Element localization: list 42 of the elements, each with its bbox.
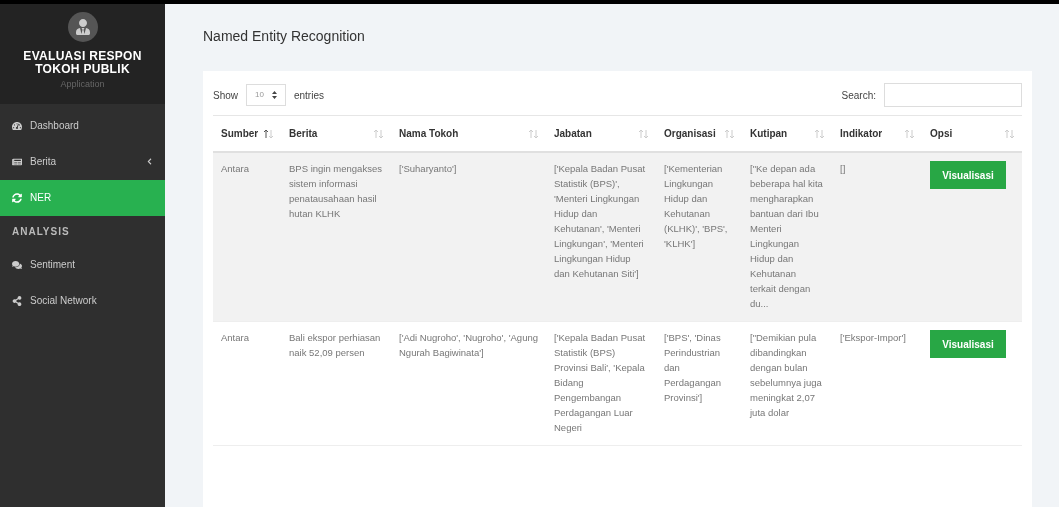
caret-icon: [146, 158, 153, 165]
search-field[interactable]: [884, 83, 1022, 107]
column-header[interactable]: Opsi: [922, 116, 1022, 151]
app-subtitle: Application: [60, 78, 105, 91]
column-header[interactable]: Jabatan: [546, 116, 656, 151]
column-header[interactable]: Berita: [281, 116, 391, 151]
table-cell-text: ['Ekspor-Impor']: [840, 331, 907, 345]
table-cell-text: ['Adi Nugroho', 'Nugroho', 'Agung Ngurah Bagiwinata']: [399, 331, 538, 360]
table-cell-text: ['Suharyanto']: [399, 162, 458, 176]
refresh-icon: [12, 192, 22, 203]
share-icon: [12, 295, 22, 306]
table-cell-text: BPS ingin mengakses sistem informasi penatausahaan hasil hutan KLHK: [289, 162, 383, 221]
logo-icon: [67, 12, 98, 42]
table-cell-text: ['Kementerian Lingkungan Hidup dan Kehutanan (KLHK)', 'BPS', 'KLHK']: [664, 162, 729, 251]
column-header[interactable]: Nama Tokoh: [391, 116, 546, 151]
section-header: ANALYSIS: [11, 224, 71, 239]
table-cell-text: ["Ke depan ada beberapa hal kita mengharapkan bantuan dari Ibu Menteri Lingkungan Hidup dan Kehutanan terkait dengan du...: [750, 162, 824, 311]
table-cell-text: ["Demikian pula dibandingkan dengan bulan sebelumnya juga meningkat 2,07 juta dolar: [750, 331, 823, 420]
comments-icon: [12, 259, 22, 270]
dashboard-icon: [12, 120, 22, 131]
table-cell-text: ['Kepala Badan Pusat Statistik (BPS) Provinsi Bali', 'Kepala Bidang Pengembangan Perdagangan Luar Negeri: [554, 331, 647, 435]
column-header[interactable]: Organisasi: [656, 116, 742, 151]
table-cell-text: Antara: [221, 331, 250, 345]
sidebar-item[interactable]: Social Network: [0, 282, 165, 319]
table-cell-text: Bali ekspor perhiasan naik 52,09 persen: [289, 331, 382, 360]
table-cell-text: Antara: [221, 162, 250, 176]
column-header[interactable]: Indikator: [832, 116, 922, 151]
app-title: EVALUASI RESPON TOKOH PUBLIK: [22, 50, 143, 76]
newspaper-icon: [12, 156, 22, 167]
table-cell-text: ['Kepala Badan Pusat Statistik (BPS)', 'Menteri Lingkungan Hidup dan Kehutanan', 'Menteri Lingkungan', 'Menteri Lingkungan Hidup dan Kehutanan Siti']: [554, 162, 647, 281]
sidebar-item[interactable]: Sentiment: [0, 246, 165, 283]
sidebar-item[interactable]: Berita: [0, 143, 165, 180]
column-header[interactable]: Sumber: [213, 116, 281, 151]
entries-label: entries: [293, 88, 324, 103]
column-header[interactable]: Kutipan: [742, 116, 832, 151]
spinner-icon: [271, 91, 277, 99]
search-label: Search:: [841, 88, 876, 103]
show-label: Show: [213, 88, 238, 103]
table-cell-text: []: [840, 162, 847, 176]
sidebar-item[interactable]: Dashboard: [0, 107, 165, 144]
page-title: Named Entity Recognition: [203, 27, 366, 46]
table-cell-text: ['BPS', 'Dinas Perindustrian dan Perdagangan Provinsi']: [664, 331, 723, 405]
